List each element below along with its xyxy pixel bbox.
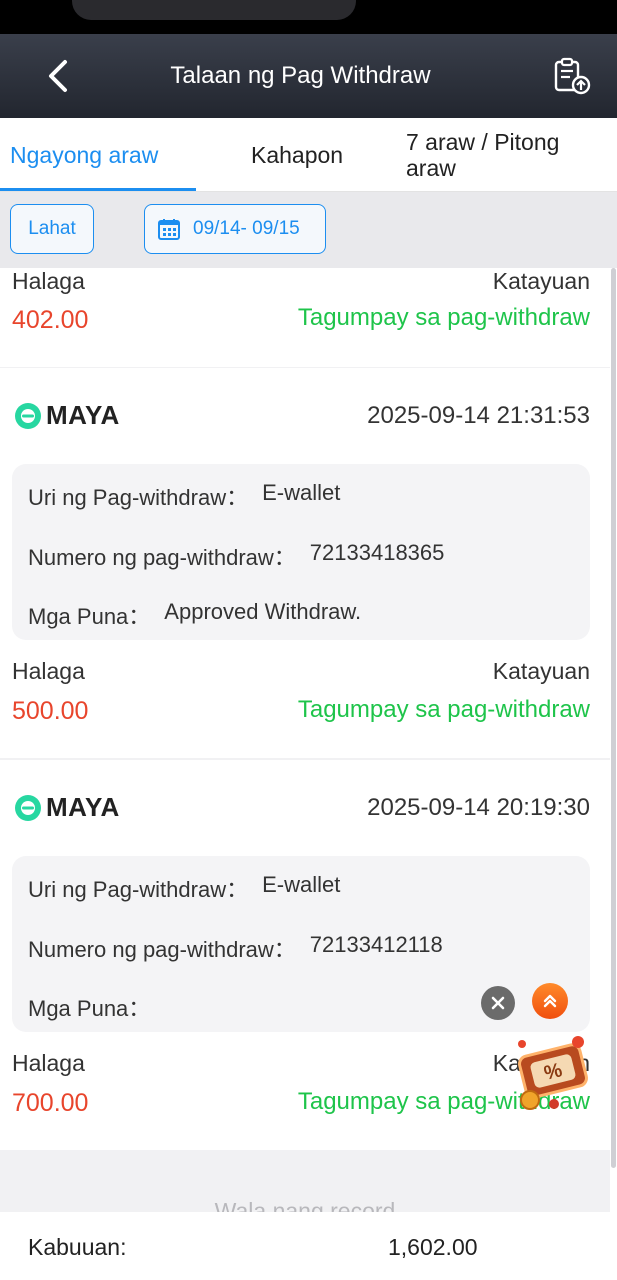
tab-seven-days[interactable]: 7 araw / Pitong araw (406, 118, 606, 192)
record-details: Uri ng Pag-withdraw： E-wallet Numero ng … (12, 856, 590, 1032)
promo-gift-button[interactable]: % (508, 1030, 600, 1114)
remarks-value: Approved Withdraw. (164, 599, 362, 624)
date-range-picker[interactable]: 09/14- 09/15 (144, 204, 326, 254)
status-value: Tagumpay sa pag-withdraw (297, 304, 590, 331)
filter-bar: Lahat 09/14- 09/15 (0, 192, 617, 268)
date-range-text: 09/14- 09/15 (193, 218, 300, 239)
remarks-label: Mga Puna： (28, 604, 151, 629)
status-value: Tagumpay sa pag-withdraw (297, 696, 590, 723)
tab-today[interactable]: Ngayong araw (10, 118, 196, 192)
active-tab-indicator (0, 188, 196, 191)
list-end-text: Wala nang record (214, 1198, 396, 1212)
double-chevron-up-icon (543, 994, 557, 1008)
withdraw-type-value: E-wallet (262, 480, 341, 505)
calendar-icon (158, 219, 180, 240)
withdraw-type-label: Uri ng Pag-withdraw： (28, 485, 249, 510)
promo-gift-icon: % (518, 1036, 588, 1110)
withdraw-type-value: E-wallet (262, 872, 341, 897)
status-label: Katayuan (492, 268, 590, 294)
payment-brand: MAYA (14, 792, 120, 823)
close-icon (491, 996, 505, 1010)
payment-brand: MAYA (14, 400, 120, 431)
total-footer: Kabuuan: 1,602.00 (0, 1212, 617, 1280)
record-timestamp: 2025-09-14 20:19:30 (367, 794, 590, 821)
maya-logo-icon (15, 402, 41, 429)
withdraw-number-label: Numero ng pag-withdraw： (28, 545, 296, 570)
amount-value: 500.00 (12, 697, 89, 725)
remarks-row: Mga Puna： (28, 991, 164, 1023)
brand-name: MAYA (46, 792, 120, 822)
withdraw-number-row: Numero ng pag-withdraw： 72133412118 (28, 932, 443, 964)
scroll-to-top-button[interactable] (532, 983, 568, 1019)
remarks-row: Mga Puna： Approved Withdraw. (28, 599, 361, 631)
dynamic-island (72, 0, 356, 20)
tab-yesterday[interactable]: Kahapon (251, 118, 391, 192)
withdraw-type-row: Uri ng Pag-withdraw： E-wallet (28, 480, 340, 512)
record-upload-icon (554, 57, 591, 95)
withdraw-type-row: Uri ng Pag-withdraw： E-wallet (28, 872, 340, 904)
app-header: Talaan ng Pag Withdraw (0, 34, 617, 118)
withdraw-type-label: Uri ng Pag-withdraw： (28, 877, 249, 902)
total-value: 1,602.00 (388, 1234, 478, 1260)
record-details: Uri ng Pag-withdraw： E-wallet Numero ng … (12, 464, 590, 640)
amount-label: Halaga (12, 658, 85, 684)
close-button[interactable] (481, 986, 515, 1020)
withdraw-records-button[interactable] (548, 52, 596, 100)
withdraw-number-value: 72133418365 (309, 540, 445, 565)
status-bar (0, 0, 617, 34)
total-label: Kabuuan: (28, 1234, 127, 1260)
scrollbar-thumb[interactable] (611, 268, 616, 1168)
amount-value: 700.00 (12, 1089, 89, 1117)
remarks-label: Mga Puna： (28, 996, 151, 1021)
record-timestamp: 2025-09-14 21:31:53 (367, 402, 590, 429)
maya-logo-icon (15, 794, 41, 821)
filter-all-button[interactable]: Lahat (10, 204, 94, 254)
amount-value: 402.00 (12, 306, 89, 334)
brand-name: MAYA (46, 400, 120, 430)
amount-label: Halaga (12, 268, 85, 294)
withdraw-record-card: MAYA 2025-09-14 21:31:53 Uri ng Pag-with… (0, 368, 610, 758)
date-tabs: Ngayong araw Kahapon 7 araw / Pitong ara… (0, 118, 617, 192)
withdraw-number-value: 72133412118 (309, 932, 443, 957)
withdraw-record-card: Halaga 402.00 Katayuan Tagumpay sa pag-w… (0, 268, 610, 367)
page-title: Talaan ng Pag Withdraw (170, 62, 431, 89)
amount-label: Halaga (12, 1050, 85, 1076)
withdraw-number-label: Numero ng pag-withdraw： (28, 937, 296, 962)
status-label: Katayuan (492, 658, 590, 684)
withdraw-number-row: Numero ng pag-withdraw： 72133418365 (28, 540, 444, 572)
scrollbar[interactable] (610, 268, 617, 1212)
